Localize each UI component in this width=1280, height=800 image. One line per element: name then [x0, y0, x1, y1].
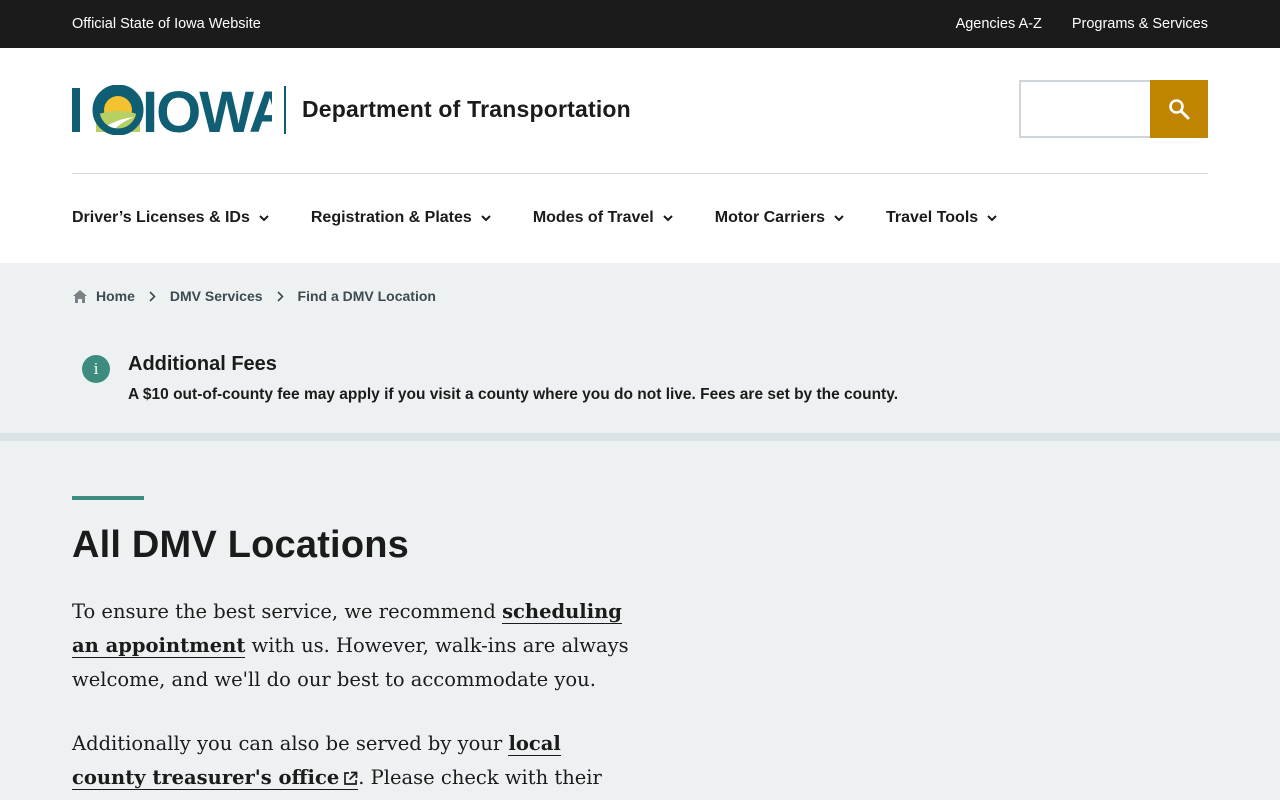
utility-links: Agencies A-Z Programs & Services — [956, 16, 1208, 32]
programs-services-link[interactable]: Programs & Services — [1072, 16, 1208, 32]
chevron-down-icon — [834, 214, 844, 222]
site-search — [1019, 79, 1208, 138]
home-icon — [73, 289, 87, 303]
utility-bar: Official State of Iowa Website Agencies … — [0, 0, 1280, 48]
nav-drivers-licenses[interactable]: Driver’s Licenses & IDs — [72, 209, 269, 227]
info-icon: i — [82, 355, 110, 383]
alert-text: A $10 out-of-county fee may apply if you… — [128, 386, 898, 403]
breadcrumb: Home DMV Services Find a DMV Location — [0, 263, 1280, 329]
site-header: IOWA Department of Transportation Driver… — [0, 48, 1280, 263]
breadcrumb-dmv-services[interactable]: DMV Services — [170, 288, 263, 304]
intro-text-before: To ensure the best service, we recommend — [72, 600, 503, 623]
main-nav: Driver’s Licenses & IDs Registration & P… — [72, 174, 1208, 262]
main-content: All DMV Locations To ensure the best ser… — [0, 496, 1280, 800]
title-accent-rule — [72, 496, 144, 500]
nav-label: Registration & Plates — [310, 209, 472, 226]
chevron-down-icon — [663, 214, 673, 222]
search-icon — [1169, 98, 1190, 119]
chevron-right-icon — [276, 290, 284, 302]
chevron-down-icon — [481, 214, 491, 222]
nav-travel-tools[interactable]: Travel Tools — [886, 209, 997, 227]
nav-label: Motor Carriers — [714, 209, 825, 226]
nav-label: Driver’s Licenses & IDs — [72, 209, 250, 226]
chevron-down-icon — [987, 214, 997, 222]
info-alert: i Additional Fees A $10 out-of-county fe… — [0, 329, 1280, 441]
nav-registration-plates[interactable]: Registration & Plates — [311, 209, 491, 227]
nav-motor-carriers[interactable]: Motor Carriers — [715, 209, 844, 227]
chevron-down-icon — [259, 214, 269, 222]
brand[interactable]: IOWA Department of Transportation — [72, 84, 631, 135]
iowa-logo-icon: IOWA — [72, 84, 272, 135]
alert-title: Additional Fees — [128, 353, 277, 375]
breadcrumb-home[interactable]: Home — [72, 288, 135, 304]
breadcrumb-current: Find a DMV Location — [297, 288, 436, 304]
agencies-link[interactable]: Agencies A-Z — [956, 16, 1042, 32]
nav-modes-of-travel[interactable]: Modes of Travel — [533, 209, 673, 227]
nav-label: Modes of Travel — [532, 209, 654, 226]
search-button[interactable] — [1150, 79, 1208, 138]
treasurer-text-before: Additionally you can also be served by y… — [72, 732, 509, 755]
intro-paragraph: To ensure the best service, we recommend… — [72, 595, 637, 697]
brand-row: IOWA Department of Transportation — [72, 48, 1208, 174]
nav-label: Travel Tools — [885, 209, 979, 226]
treasurer-paragraph: Additionally you can also be served by y… — [72, 727, 637, 800]
department-title: Department of Transportation — [302, 96, 631, 122]
official-site-label: Official State of Iowa Website — [72, 16, 261, 32]
chevron-right-icon — [149, 290, 156, 302]
external-link-icon — [343, 771, 358, 786]
iowa-logo[interactable]: IOWA — [72, 84, 272, 135]
brand-divider — [284, 85, 286, 134]
search-input[interactable] — [1019, 79, 1150, 138]
breadcrumb-home-label: Home — [96, 288, 135, 304]
page-title: All DMV Locations — [72, 524, 409, 566]
logo-wordmark: IOWA — [142, 85, 272, 135]
